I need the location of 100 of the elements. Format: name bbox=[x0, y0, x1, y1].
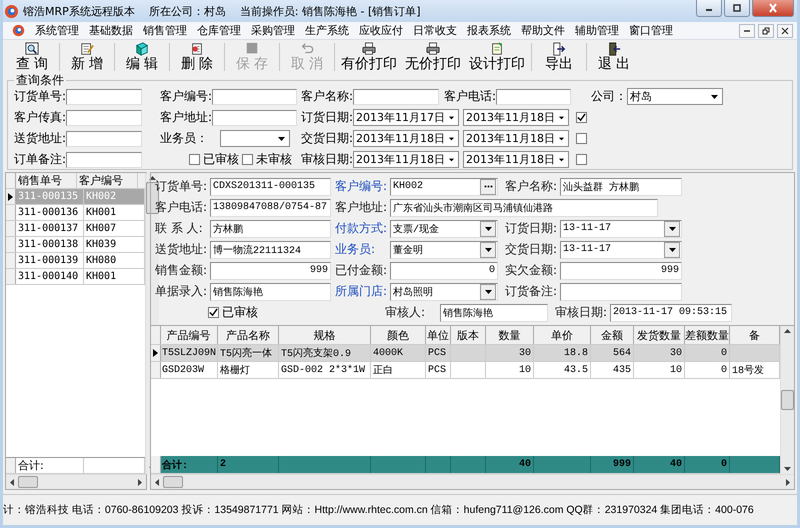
order-row[interactable]: 311-000137 KH007 bbox=[6, 221, 145, 237]
dropdown-field[interactable]: 村岛 bbox=[627, 88, 724, 105]
checkbox[interactable] bbox=[242, 154, 253, 165]
menu-item[interactable]: 销售管理 bbox=[141, 23, 195, 38]
order-row[interactable]: 311-000140 KH001 bbox=[6, 269, 145, 285]
lookup-field[interactable]: KH002 bbox=[390, 178, 498, 196]
input-field[interactable]: 999 bbox=[210, 262, 331, 280]
order-row[interactable]: 311-000139 KH080 bbox=[6, 253, 145, 269]
minimize-button[interactable] bbox=[739, 24, 755, 38]
column-header[interactable]: 规格 bbox=[279, 326, 371, 344]
date-field[interactable]: 2013年11月18日 bbox=[353, 151, 460, 168]
menu-item[interactable]: 日常收支 bbox=[411, 23, 465, 38]
checkbox[interactable] bbox=[208, 307, 219, 318]
order-row[interactable]: 311-000136 KH001 bbox=[6, 205, 145, 221]
column-header[interactable]: 产品名称 bbox=[218, 326, 279, 344]
scroll-left-icon[interactable] bbox=[10, 478, 14, 486]
column-header[interactable]: 差额数量 bbox=[685, 326, 730, 344]
restore-button[interactable] bbox=[758, 24, 774, 38]
input-field[interactable]: 13809847088/0754-87 bbox=[210, 198, 331, 216]
toolbar-button[interactable]: 无价打印 bbox=[401, 40, 465, 74]
column-header[interactable]: 单位 bbox=[426, 326, 451, 344]
menu-item[interactable]: 基础数据 bbox=[87, 23, 141, 38]
field-label[interactable]: 业务员： bbox=[160, 130, 208, 147]
scroll-thumb[interactable] bbox=[781, 390, 794, 410]
input-field[interactable] bbox=[66, 130, 142, 146]
input-field[interactable]: 汕头益群 方林鹏 bbox=[560, 178, 682, 196]
row-selector[interactable] bbox=[6, 189, 16, 204]
input-field[interactable]: 广东省汕头市潮南区司马浦镇仙港路 bbox=[390, 198, 658, 216]
field-label[interactable]: 客户编号: bbox=[335, 178, 390, 195]
date-field[interactable]: 2013年11月18日 bbox=[463, 151, 570, 168]
column-header[interactable]: 数量 bbox=[486, 326, 534, 344]
column-header[interactable]: 单价 bbox=[534, 326, 591, 344]
column-header[interactable]: 颜色 bbox=[371, 326, 426, 344]
input-field[interactable] bbox=[66, 110, 142, 126]
dropdown-field[interactable]: 13-11-17 bbox=[560, 240, 682, 258]
date-field[interactable]: 2013年11月17日 bbox=[353, 109, 460, 126]
dropdown-field[interactable]: 董金明 bbox=[390, 240, 498, 258]
menu-item[interactable]: 生产系统 bbox=[303, 23, 357, 38]
dropdown-field[interactable]: 13-11-17 bbox=[560, 220, 682, 238]
field-label[interactable]: 公司： bbox=[591, 88, 628, 105]
checkbox-label[interactable]: 未审核 bbox=[256, 151, 292, 168]
scroll-thumb[interactable] bbox=[163, 476, 183, 488]
toolbar-button[interactable]: 编 辑 bbox=[117, 40, 167, 74]
dropdown-field[interactable]: 村岛照明 bbox=[390, 282, 498, 300]
date-field[interactable]: 2013年11月18日 bbox=[463, 109, 570, 126]
menu-item[interactable]: 采购管理 bbox=[249, 23, 303, 38]
column-header[interactable]: 金额 bbox=[591, 326, 634, 344]
menu-item[interactable]: 帮助文件 bbox=[519, 23, 573, 38]
close-button[interactable] bbox=[777, 24, 793, 38]
input-field[interactable]: 方林鹏 bbox=[210, 220, 331, 238]
menu-item[interactable]: 仓库管理 bbox=[195, 23, 249, 38]
scroll-right-icon[interactable] bbox=[138, 478, 142, 486]
date-field[interactable]: 2013年11月18日 bbox=[463, 130, 570, 147]
column-header[interactable]: 产品编号 bbox=[160, 326, 218, 344]
input-field[interactable]: 2013-11-17 09:53:15 bbox=[610, 304, 732, 322]
order-row[interactable]: 311-000138 KH039 bbox=[6, 237, 145, 253]
toolbar-button[interactable]: 退 出 bbox=[589, 40, 639, 74]
column-header[interactable]: 销售单号 bbox=[16, 173, 77, 188]
input-field[interactable]: 销售陈海艳 bbox=[210, 282, 331, 300]
input-field[interactable] bbox=[212, 110, 298, 126]
menu-item[interactable]: 报表系统 bbox=[465, 23, 519, 38]
field-label[interactable]: 所属门店: bbox=[335, 283, 390, 300]
column-header[interactable]: 版本 bbox=[451, 326, 486, 344]
toolbar-button[interactable]: 新 增 bbox=[62, 40, 112, 74]
scroll-up-icon[interactable] bbox=[784, 329, 791, 333]
checkbox-label[interactable]: 已审核 bbox=[203, 151, 239, 168]
input-field[interactable]: 博一物流22111324 bbox=[210, 240, 331, 258]
input-field[interactable]: 999 bbox=[560, 262, 682, 280]
dropdown-field[interactable] bbox=[220, 130, 290, 147]
toolbar-button[interactable]: 查 询 bbox=[7, 40, 57, 74]
input-field[interactable] bbox=[212, 88, 298, 104]
date-field[interactable]: 2013年11月18日 bbox=[353, 130, 460, 147]
menu-item[interactable]: 辅助管理 bbox=[573, 23, 627, 38]
checkbox[interactable] bbox=[189, 154, 200, 165]
toolbar-button[interactable]: 有价打印 bbox=[337, 40, 401, 74]
input-field[interactable]: 销售陈海艳 bbox=[440, 304, 548, 322]
scroll-thumb[interactable] bbox=[18, 476, 38, 488]
scroll-up-icon[interactable] bbox=[149, 176, 156, 180]
menu-item[interactable]: 窗口管理 bbox=[627, 23, 681, 38]
checkbox[interactable] bbox=[576, 112, 588, 123]
toolbar-button[interactable]: 设计打印 bbox=[465, 40, 529, 74]
maximize-button[interactable] bbox=[724, 0, 750, 17]
input-field[interactable]: CDXS201311-000135 bbox=[210, 178, 331, 196]
column-header[interactable]: 客户编号 bbox=[77, 173, 138, 188]
input-field[interactable] bbox=[66, 88, 142, 104]
scroll-down-icon[interactable] bbox=[784, 467, 791, 471]
dropdown-field[interactable]: 支票/现金 bbox=[390, 220, 498, 238]
table-row[interactable]: GSD203W 格栅灯 GSD-002 2*3*1W 正白 PCS 10 43.5 435 10 0 18号发 bbox=[151, 362, 780, 379]
field-label[interactable]: 业务员: bbox=[335, 241, 390, 258]
input-field[interactable]: 0 bbox=[390, 262, 498, 280]
input-field[interactable] bbox=[66, 152, 142, 168]
checkbox[interactable] bbox=[576, 133, 588, 144]
checkbox-label[interactable]: 已审核 bbox=[222, 304, 258, 321]
column-header[interactable]: 发货数量 bbox=[634, 326, 685, 344]
table-row[interactable]: T5SLZJ09N T5闪亮一体 T5闪亮支架0.9 4000K PCS 30 18.8 564 30 0 bbox=[151, 345, 780, 362]
toolbar-button[interactable]: 删 除 bbox=[172, 40, 222, 74]
checkbox[interactable] bbox=[576, 154, 588, 165]
scroll-left-icon[interactable] bbox=[155, 478, 159, 486]
menu-item[interactable]: 应收应付 bbox=[357, 23, 411, 38]
menu-item[interactable]: 系统管理 bbox=[33, 23, 87, 38]
